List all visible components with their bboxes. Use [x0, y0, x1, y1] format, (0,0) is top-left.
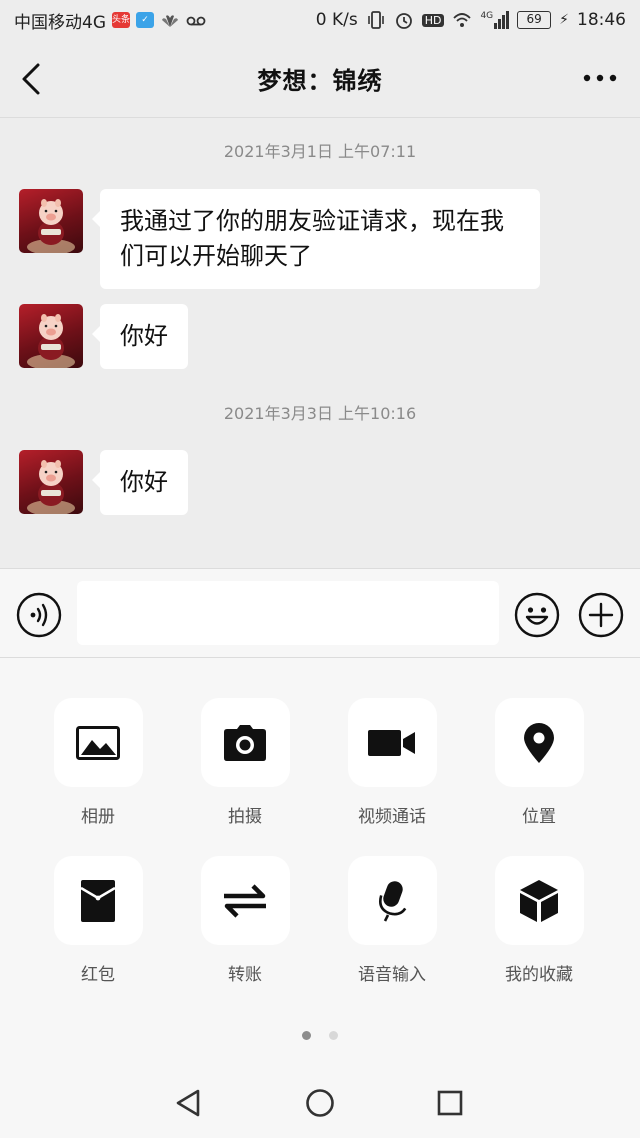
clock: 18:46 [577, 10, 626, 30]
func-video-call[interactable]: 视频通话 [322, 698, 462, 827]
message-row: 我通过了你的朋友验证请求，现在我们可以开始聊天了 [19, 189, 540, 289]
back-chevron-icon[interactable] [18, 62, 50, 96]
func-voice-input[interactable]: 语音输入 [322, 856, 462, 985]
signal-4g-label: 4G [480, 11, 494, 21]
carrier-label: 中国移动4G [14, 12, 106, 33]
pig-avatar-icon [27, 199, 75, 253]
emoji-icon[interactable] [514, 592, 560, 638]
page-dot-active[interactable] [302, 1031, 311, 1040]
pig-avatar-icon [27, 460, 75, 514]
more-dots-icon[interactable] [582, 70, 618, 86]
message-input[interactable] [77, 581, 499, 645]
camera-icon [224, 724, 266, 761]
message-bubble[interactable]: 我通过了你的朋友验证请求，现在我们可以开始聊天了 [92, 189, 540, 289]
wifi-icon [453, 13, 472, 27]
video-call-icon [368, 729, 415, 756]
func-label: 位置 [522, 807, 556, 827]
recent-apps-square-icon[interactable] [433, 1086, 467, 1120]
contact-avatar[interactable] [19, 450, 83, 514]
message-bubble[interactable]: 你好 [92, 304, 188, 369]
func-label: 拍摄 [228, 807, 262, 827]
func-transfer[interactable]: 转账 [175, 856, 315, 985]
message-bubble[interactable]: 你好 [92, 450, 188, 515]
func-favorites[interactable]: 我的收藏 [469, 856, 609, 985]
contact-avatar[interactable] [19, 189, 83, 253]
charging-icon: ⚡ [559, 12, 569, 28]
net-speed: 0 K/s [315, 10, 358, 30]
plus-icon[interactable] [578, 592, 624, 638]
pig-avatar-icon [27, 314, 75, 368]
func-tile[interactable] [347, 698, 437, 787]
func-tile[interactable] [494, 856, 584, 945]
func-label: 视频通话 [358, 807, 426, 827]
voice-icon[interactable] [16, 592, 62, 638]
location-icon [524, 722, 554, 763]
func-label: 我的收藏 [505, 965, 573, 985]
voicemail-icon [186, 16, 206, 26]
input-bar [0, 568, 640, 658]
func-tile[interactable] [200, 856, 290, 945]
status-bar: 中国移动4G 头条 ✓ 0 K/s HD 4G 69 ⚡ 18:46 [0, 0, 640, 40]
func-label: 语音输入 [358, 965, 426, 985]
function-panel: 相册 拍摄 视频通话 位置 红包 转账 语音输入 我的收藏 [0, 658, 640, 1068]
transfer-icon [224, 883, 266, 918]
func-tile[interactable] [53, 856, 143, 945]
home-circle-icon[interactable] [303, 1086, 337, 1120]
message-timestamp: 2021年3月1日 上午07:11 [223, 142, 417, 161]
page-indicator [0, 1031, 640, 1040]
func-label: 红包 [81, 965, 115, 985]
func-album[interactable]: 相册 [28, 698, 168, 827]
album-icon [76, 725, 120, 760]
signal-icon: 4G [480, 11, 510, 29]
alarm-icon [395, 13, 412, 29]
func-tile[interactable] [494, 698, 584, 787]
func-label: 转账 [228, 965, 262, 985]
red-packet-icon [81, 879, 115, 922]
message-timestamp: 2021年3月3日 上午10:16 [223, 404, 417, 423]
page-dot[interactable] [329, 1031, 338, 1040]
func-tile[interactable] [200, 698, 290, 787]
func-location[interactable]: 位置 [469, 698, 609, 827]
message-row: 你好 [19, 450, 188, 515]
system-navigation-bar [0, 1068, 640, 1138]
battery-indicator: 69 [517, 11, 552, 29]
hd-icon: HD [421, 13, 445, 27]
chat-area: 2021年3月1日 上午07:11 我通过了你的朋友验证请求，现在我们可以开始聊… [0, 118, 640, 568]
huawei-icon [162, 15, 178, 27]
func-tile[interactable] [347, 856, 437, 945]
vibrate-icon [367, 11, 384, 29]
back-triangle-icon[interactable] [172, 1086, 206, 1120]
app-notification-icon: ✓ [136, 12, 154, 28]
microphone-icon [378, 880, 407, 922]
func-label: 相册 [81, 807, 115, 827]
message-row: 你好 [19, 304, 188, 369]
favorites-icon [520, 879, 558, 922]
chat-header: 梦想：锦绣 [0, 40, 640, 118]
func-camera[interactable]: 拍摄 [175, 698, 315, 827]
news-app-badge: 头条 [112, 12, 130, 28]
chat-title: 梦想：锦绣 [257, 67, 383, 95]
contact-avatar[interactable] [19, 304, 83, 368]
func-tile[interactable] [53, 698, 143, 787]
func-red-packet[interactable]: 红包 [28, 856, 168, 985]
